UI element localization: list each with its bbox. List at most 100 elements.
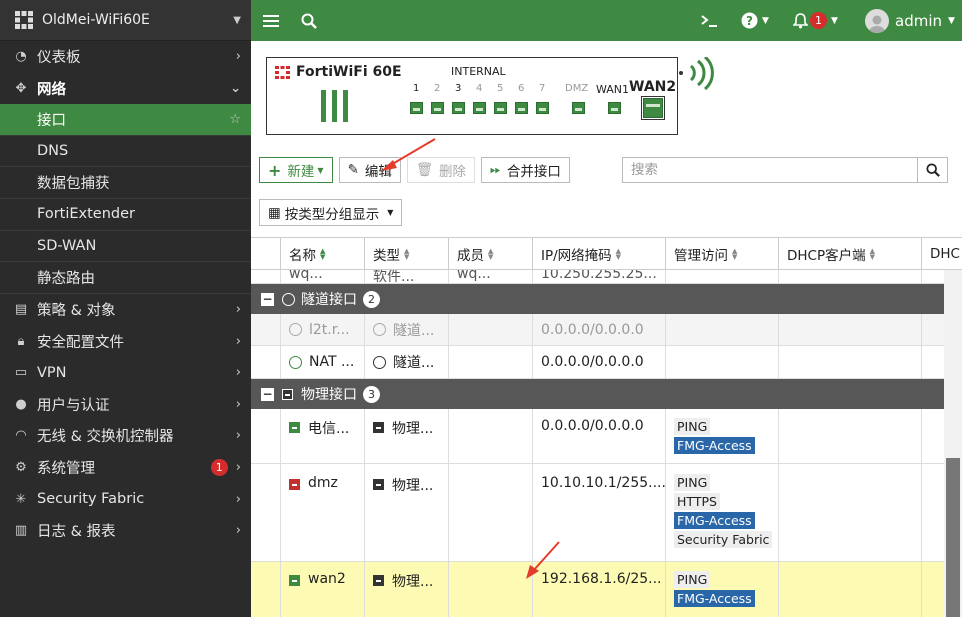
scrollbar-thumb[interactable] — [946, 458, 960, 617]
vertical-scrollbar[interactable] — [944, 270, 962, 617]
port-6[interactable] — [515, 102, 528, 114]
chevron-right-icon: › — [235, 523, 241, 539]
tunnel-icon — [289, 355, 302, 369]
create-new-button[interactable]: + 新建 ▼ — [259, 157, 333, 183]
policy-icon: ▤ — [14, 302, 28, 318]
notifications-icon[interactable]: 1 ▼ — [793, 12, 838, 29]
menu-icon[interactable] — [263, 14, 279, 28]
sidebar-item-network[interactable]: ✥ 网络 ⌄ — [0, 72, 251, 105]
wan1-label: WAN1 — [596, 83, 630, 96]
port-5[interactable] — [494, 102, 507, 114]
column-header-admin-access[interactable]: 管理访问 ▲ ▼ — [665, 238, 778, 269]
port-label: 4 — [476, 83, 483, 94]
column-header-select — [251, 238, 280, 269]
group-title: 隧道接口 — [301, 292, 357, 308]
column-header-dhcp-ranges[interactable]: DHC — [921, 238, 962, 269]
port-dmz[interactable] — [572, 102, 585, 114]
sidebar-item-label: 策略 & 对象 — [37, 303, 116, 320]
sidebar-item-policy-objects[interactable]: ▤ 策略 & 对象 › — [0, 294, 251, 326]
edit-button[interactable]: ✎ 编辑 — [338, 157, 401, 183]
tunnel-icon — [373, 323, 386, 336]
chevron-right-icon: › — [235, 428, 241, 444]
table-row[interactable]: NAT ... 隧道... 0.0.0.0/0.0.0.0 — [251, 346, 944, 379]
cell-type: 隧道... — [393, 355, 435, 371]
avatar — [865, 8, 889, 33]
sidebar-item-user-auth[interactable]: ● 用户与认证 › — [0, 389, 251, 421]
sidebar-item-packet-capture[interactable]: 数据包捕获 — [0, 167, 251, 199]
group-header-physical[interactable]: − 物理接口 3 — [251, 379, 944, 409]
table-row-selected[interactable]: wan2 物理... 192.168.1.6/25... PING FMG-Ac… — [251, 562, 944, 617]
table-row[interactable]: 电信... 物理... 0.0.0.0/0.0.0.0 PING FMG-Acc… — [251, 409, 944, 464]
help-icon[interactable]: ? ▼ — [741, 12, 769, 29]
sidebar-item-sd-wan[interactable]: SD-WAN — [0, 231, 251, 263]
internal-label: INTERNAL — [451, 65, 506, 78]
column-header-members[interactable]: 成员 ▲ ▼ — [448, 238, 532, 269]
sidebar-item-security-fabric[interactable]: ✳ Security Fabric › — [0, 483, 251, 515]
delete-label: 删除 — [439, 164, 467, 180]
sidebar-item-security-profiles[interactable]: 🔒︎ 安全配置文件 › — [0, 325, 251, 357]
port-wan2[interactable] — [641, 96, 665, 120]
caret-down-icon: ▼ — [317, 165, 324, 175]
sidebar-item-fortiextender[interactable]: FortiExtender — [0, 199, 251, 231]
port-4[interactable] — [473, 102, 486, 114]
collapse-icon[interactable]: − — [261, 292, 274, 306]
port-down-icon — [289, 479, 300, 490]
sidebar-item-log-report[interactable]: ▥ 日志 & 报表 › — [0, 515, 251, 547]
sidebar-item-dns[interactable]: DNS — [0, 136, 251, 168]
sidebar-item-dashboard[interactable]: ◔ 仪表板 › — [0, 41, 251, 73]
chevron-right-icon: › — [235, 396, 241, 412]
wifi-signal-icon — [677, 55, 715, 97]
sidebar-item-label: 网络 — [37, 81, 66, 98]
wan2-label: WAN2 — [629, 79, 677, 95]
search-icon[interactable] — [301, 13, 317, 29]
sidebar-item-interfaces[interactable]: 接口 ☆ — [0, 104, 251, 136]
wifi-icon: ◠ — [15, 428, 27, 444]
device-selector[interactable]: OldMei-WiFi60E ▼ — [0, 0, 251, 41]
chevron-right-icon: › — [235, 491, 241, 507]
bar-chart-icon: ▥ — [14, 523, 28, 539]
column-header-ip-netmask[interactable]: IP/网络掩码 ▲ ▼ — [532, 238, 665, 269]
cell-ip: 10.10.10.1/255.... — [532, 464, 665, 561]
search-input[interactable] — [623, 158, 917, 182]
table-body: wq... 软件... wq... 10.250.255.25... − 隧道接… — [251, 270, 944, 617]
integrate-interface-label: 合并接口 — [506, 164, 561, 180]
sidebar-item-wifi-switch[interactable]: ◠ 无线 & 交换机控制器 › — [0, 420, 251, 452]
sidebar-item-system[interactable]: ⚙ 系统管理 1 › — [0, 452, 251, 484]
notification-count-badge: 1 — [810, 12, 827, 29]
star-icon[interactable]: ☆ — [229, 112, 241, 127]
sidebar-item-label: 系统管理 — [37, 461, 95, 478]
cell-name: l2t.r... — [309, 321, 350, 338]
port-3[interactable] — [452, 102, 465, 114]
sort-icon: ▲ ▼ — [320, 246, 326, 261]
table-row[interactable]: dmz 物理... 10.10.10.1/255.... PING HTTPS … — [251, 464, 944, 562]
port-label: 1 — [413, 83, 420, 94]
sidebar-item-static-routes[interactable]: 静态路由 — [0, 262, 251, 294]
collapse-icon[interactable]: − — [261, 387, 274, 401]
sidebar-item-vpn[interactable]: ▭ VPN › — [0, 357, 251, 389]
network-icon: ✥ — [15, 80, 27, 96]
port-1[interactable] — [410, 102, 423, 114]
user-menu[interactable]: admin ▼ — [865, 8, 955, 33]
table-row[interactable]: l2t.r... 隧道... 0.0.0.0/0.0.0.0 — [251, 314, 944, 346]
column-header-name[interactable]: 名称 ▲ ▼ — [280, 238, 364, 269]
port-7[interactable] — [536, 102, 549, 114]
cell-ip: 0.0.0.0/0.0.0.0 — [532, 314, 665, 345]
sidebar-item-label: 仪表板 — [37, 50, 81, 67]
port-2[interactable] — [431, 102, 444, 114]
physical-port-icon — [282, 388, 293, 400]
column-header-type[interactable]: 类型 ▲ ▼ — [364, 238, 448, 269]
column-header-dhcp-clients[interactable]: DHCP客户端 ▲ ▼ — [778, 238, 921, 269]
group-by-type-dropdown[interactable]: ▦ 按类型分组显示 ▼ — [259, 199, 403, 226]
port-wan1[interactable] — [608, 102, 621, 114]
group-header-tunnel[interactable]: − 隧道接口 2 — [251, 284, 944, 314]
cell-type: 物理... — [392, 478, 434, 494]
table-row[interactable]: wq... 软件... wq... 10.250.255.25... — [251, 270, 944, 284]
delete-button[interactable]: 🗑︎ 删除 — [406, 157, 476, 183]
sidebar-item-label: 数据包捕获 — [37, 176, 110, 193]
search-button[interactable] — [917, 158, 947, 182]
integrate-interface-button[interactable]: ⏩︎ 合并接口 — [481, 157, 570, 183]
cli-console-icon[interactable] — [700, 14, 718, 28]
sort-icon: ▲ ▼ — [488, 246, 494, 261]
toolbar: + 新建 ▼ ✎ 编辑 🗑︎ 删除 ⏩︎ 合并接口 — [259, 157, 570, 183]
plus-icon: + — [268, 160, 282, 180]
